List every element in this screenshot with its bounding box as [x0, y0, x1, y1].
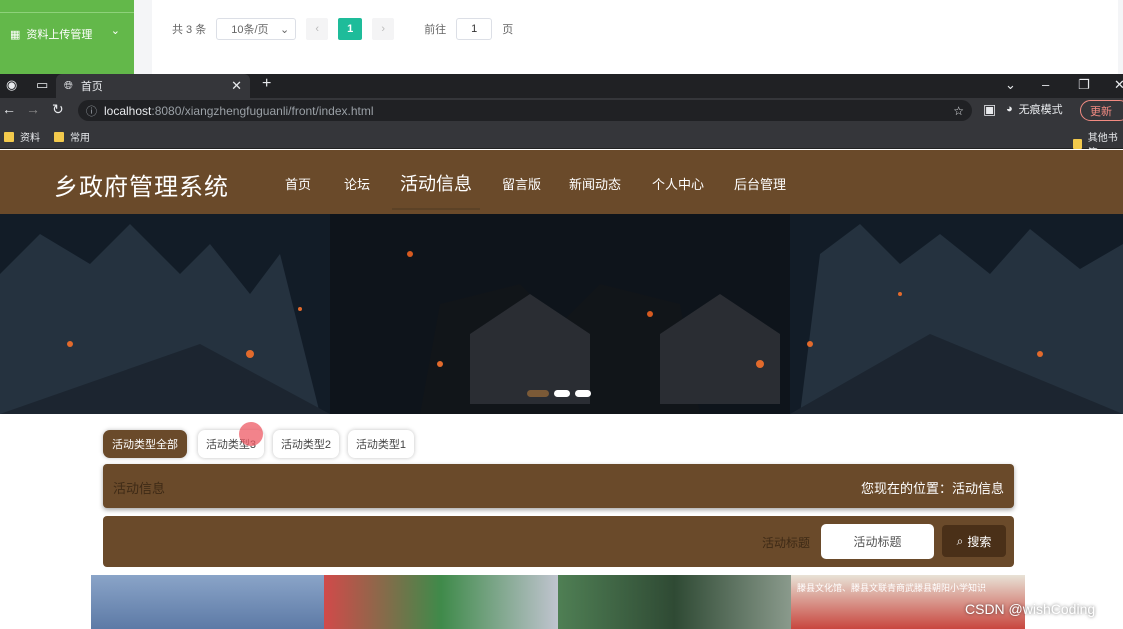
chevron-left-icon: ‹	[315, 23, 320, 35]
admin-page-strip: ▦ 资料上传管理 ⌄ 共 3 条 10条/页 ⌄ ‹ 1 › 前往 1 页	[0, 0, 1123, 74]
nav-forum[interactable]: 论坛	[344, 174, 370, 193]
browser-address-bar: ← → ↻ ⓘ localhost:8080/xiangzhengfuguanl…	[0, 98, 1123, 123]
search-label: 活动标题	[762, 536, 811, 550]
sidebar-item-label: 资料上传管理	[26, 29, 93, 41]
search-icon: ⌕	[956, 533, 964, 548]
nav-news[interactable]: 新闻动态	[569, 174, 621, 193]
nav-activities[interactable]: 活动信息	[400, 170, 472, 196]
current-page-button[interactable]: 1	[338, 18, 363, 40]
update-button[interactable]: 更新	[1080, 100, 1123, 121]
activity-thumbnail-1[interactable]	[91, 575, 324, 629]
chevron-down-icon[interactable]: ⌄	[111, 24, 120, 37]
pagination: 共 3 条 10条/页 ⌄ ‹ 1 › 前往 1 页	[172, 18, 513, 40]
tab-home[interactable]: 🌐︎ 首页 ✕	[56, 74, 250, 98]
incognito-profile[interactable]: ◕ 无痕模式	[1006, 101, 1063, 117]
page-unit-label: 页	[502, 24, 514, 36]
filter-type-all[interactable]: 活动类型全部	[103, 430, 187, 458]
search-button[interactable]: ⌕ 搜索	[942, 525, 1006, 557]
goto-page-input[interactable]: 1	[456, 18, 493, 40]
url-field[interactable]: ⓘ localhost:8080/xiangzhengfuguanli/fron…	[78, 100, 972, 121]
folder-icon: ▦	[10, 28, 21, 41]
click-indicator	[239, 422, 263, 446]
filter-type-1[interactable]: 活动类型1	[348, 430, 414, 458]
tab-title: 首页	[80, 81, 103, 93]
breadcrumb-location: 您现在的位置：活动信息	[860, 481, 1004, 496]
section-title: 活动信息	[113, 481, 166, 496]
carousel-dot-2[interactable]	[554, 390, 570, 397]
banner-carousel[interactable]	[0, 214, 1123, 414]
carousel-dot-1[interactable]	[527, 390, 549, 397]
forward-icon[interactable]: →	[26, 101, 40, 117]
filter-type-2[interactable]: 活动类型2	[273, 430, 339, 458]
prev-page-button[interactable]: ‹	[306, 18, 329, 40]
folder-icon	[4, 131, 14, 142]
admin-content-panel: 共 3 条 10条/页 ⌄ ‹ 1 › 前往 1 页	[152, 0, 1118, 74]
csdn-watermark: CSDN @wishCoding	[965, 601, 1096, 617]
admin-sidebar: ▦ 资料上传管理 ⌄	[0, 0, 134, 74]
goto-label: 前往	[424, 24, 447, 36]
search-bar: 活动标题 活动标题 ⌕ 搜索	[103, 516, 1014, 567]
tab-overview-icon[interactable]: ▭	[36, 77, 48, 93]
thumbnail-caption: 滕县文化馆、滕县文联青商武滕县朝阳小学知识	[797, 583, 987, 593]
close-window-icon[interactable]: ✕	[1114, 77, 1123, 93]
section-breadcrumb-bar: 活动信息 您现在的位置：活动信息	[103, 464, 1014, 508]
nav-active-underline	[392, 208, 480, 210]
activity-thumbnail-3[interactable]	[558, 575, 791, 629]
folder-icon	[54, 131, 64, 142]
url-path: :8080/xiangzhengfuguanli/front/index.htm…	[151, 103, 374, 118]
nav-guestbook[interactable]: 留言版	[502, 174, 541, 193]
bookmark-label: 资料	[20, 133, 40, 144]
minimize-icon[interactable]: –	[1042, 77, 1049, 92]
search-input[interactable]: 活动标题	[821, 524, 934, 559]
bookmark-label: 常用	[70, 133, 90, 144]
browser-tab-bar: ◉ ▭ 🌐︎ 首页 ✕ + ⌄ – ❐ ✕	[0, 74, 1123, 98]
nav-admin[interactable]: 后台管理	[734, 174, 786, 193]
globe-icon: 🌐︎	[64, 79, 73, 92]
info-icon[interactable]: ⓘ	[86, 103, 97, 119]
banner-image	[0, 214, 1123, 414]
folder-icon	[1073, 139, 1082, 149]
sidebar-panel-icon[interactable]: ▣	[983, 101, 996, 118]
restore-icon[interactable]: ❐	[1078, 77, 1090, 93]
bookmark-folder-ziliao[interactable]: 资料	[4, 129, 40, 144]
activity-thumbnail-2[interactable]	[324, 575, 558, 629]
pagination-total: 共 3 条	[172, 24, 207, 36]
incognito-icon: ◕	[1006, 103, 1013, 115]
chevron-down-icon[interactable]: ⌄	[1005, 77, 1016, 93]
site-header: 乡政府管理系统 首页 论坛 活动信息 留言版 新闻动态 个人中心 后台管理	[0, 150, 1123, 214]
search-button-label: 搜索	[967, 534, 992, 549]
nav-personal-center[interactable]: 个人中心	[652, 174, 704, 193]
page-size-select[interactable]: 10条/页 ⌄	[216, 18, 297, 40]
browser-menu-icon[interactable]: ◉	[6, 77, 17, 93]
nav-home[interactable]: 首页	[285, 174, 311, 193]
chevron-down-icon: ⌄	[280, 23, 290, 36]
bookmarks-bar: 资料 常用 其他书签	[0, 123, 1123, 159]
bookmark-folder-changyong[interactable]: 常用	[54, 129, 90, 144]
star-icon[interactable]: ☆	[953, 104, 964, 118]
new-tab-icon[interactable]: +	[262, 75, 271, 93]
next-page-button[interactable]: ›	[372, 18, 395, 40]
url-host: localhost	[104, 103, 152, 118]
profile-label: 无痕模式	[1018, 104, 1063, 116]
reload-icon[interactable]: ↻	[52, 101, 64, 118]
chevron-right-icon: ›	[381, 23, 386, 35]
page-size-value: 10条/页	[231, 24, 269, 36]
site-title: 乡政府管理系统	[54, 174, 229, 201]
sidebar-item-upload[interactable]: ▦ 资料上传管理	[10, 26, 92, 42]
carousel-dot-3[interactable]	[575, 390, 591, 397]
sidebar-divider	[0, 12, 134, 13]
close-icon[interactable]: ✕	[231, 78, 242, 94]
back-icon[interactable]: ←	[2, 101, 16, 117]
